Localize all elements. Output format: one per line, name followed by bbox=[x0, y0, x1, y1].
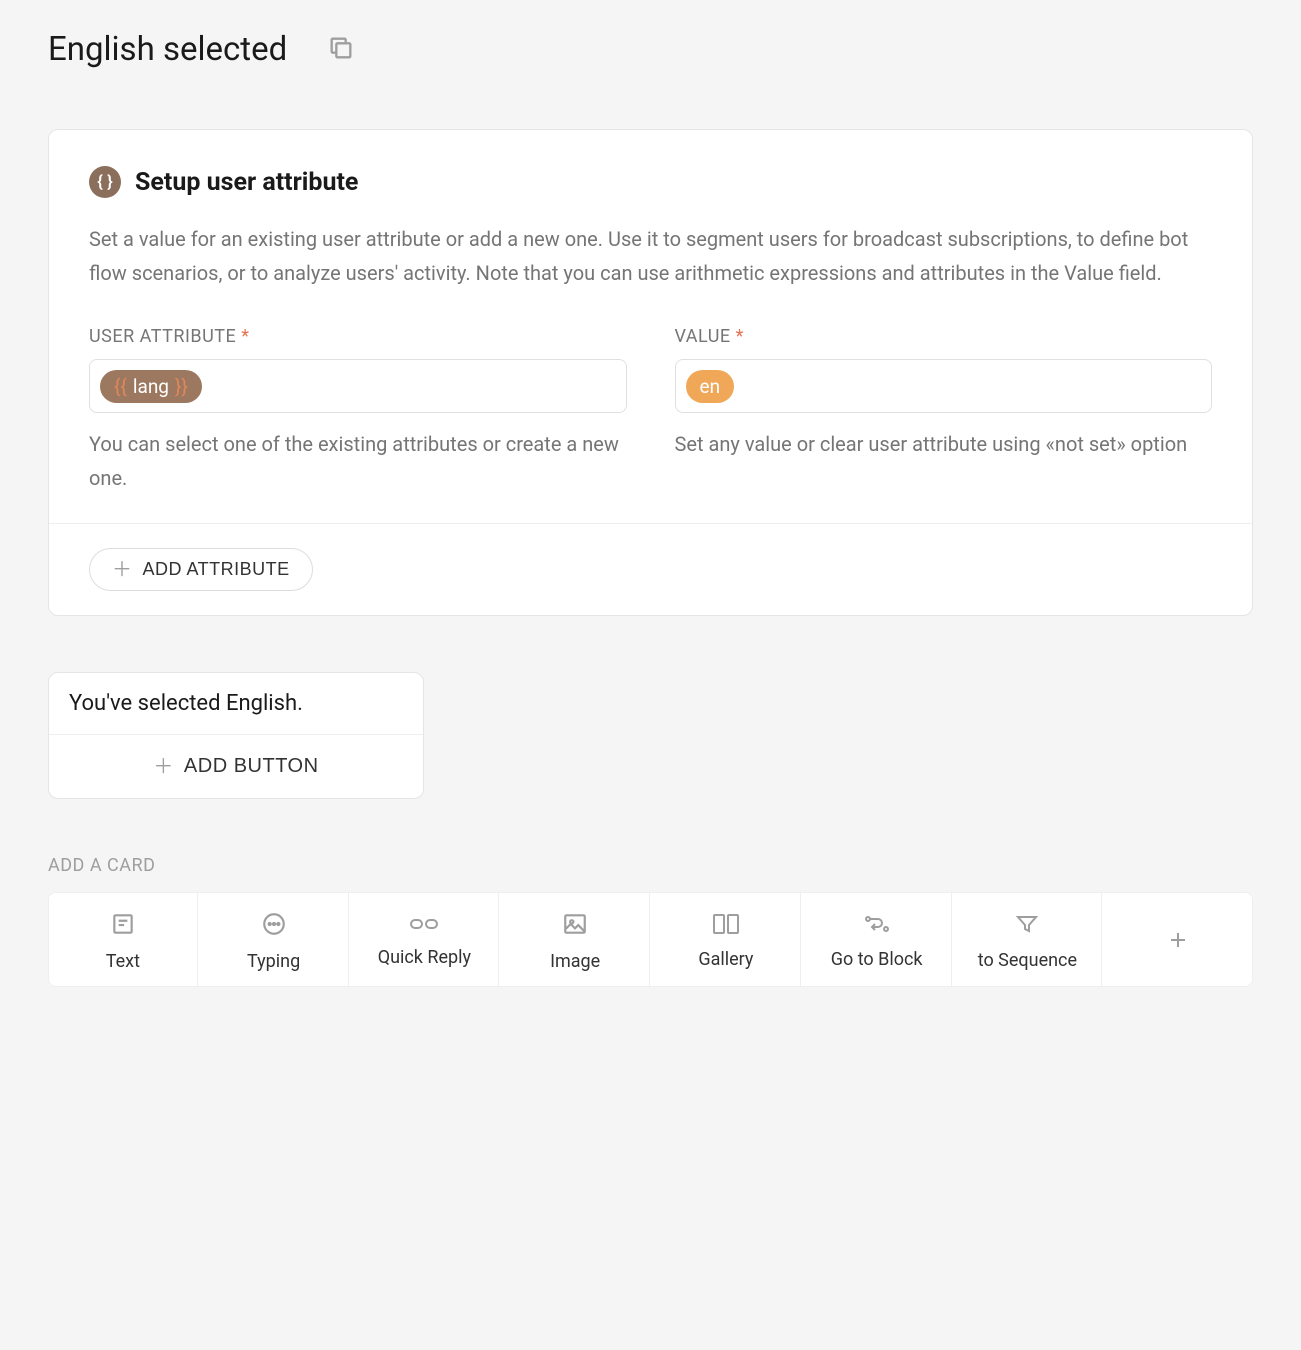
image-icon bbox=[562, 911, 588, 941]
card-option-label: Text bbox=[106, 951, 140, 972]
text-icon bbox=[110, 911, 136, 941]
setup-attribute-card: { } Setup user attribute Set a value for… bbox=[48, 129, 1253, 616]
value-label: VALUE * bbox=[675, 326, 1213, 347]
card-option-label: Typing bbox=[247, 951, 300, 972]
value-input[interactable]: en bbox=[675, 359, 1213, 413]
plus-icon bbox=[1166, 928, 1190, 956]
card-option-label: Image bbox=[550, 951, 600, 972]
card-header: { } Setup user attribute bbox=[89, 166, 1212, 198]
card-option-typing[interactable]: Typing bbox=[200, 893, 349, 986]
card-option-label: Quick Reply bbox=[378, 947, 471, 968]
funnel-icon bbox=[1015, 912, 1039, 940]
plus-icon: ＋ bbox=[112, 560, 133, 580]
card-title: Setup user attribute bbox=[135, 168, 358, 197]
add-card-section: ADD A CARD Text Typing Quick Reply Image bbox=[48, 855, 1253, 987]
value-help: Set any value or clear user attribute us… bbox=[675, 427, 1213, 461]
card-body: { } Setup user attribute Set a value for… bbox=[49, 130, 1252, 523]
attribute-chip[interactable]: {{ lang }} bbox=[100, 370, 202, 403]
value-field: VALUE * en Set any value or clear user a… bbox=[675, 326, 1213, 495]
route-icon bbox=[863, 913, 891, 939]
add-card-label: ADD A CARD bbox=[48, 855, 1253, 876]
card-footer: ＋ ADD ATTRIBUTE bbox=[49, 523, 1252, 615]
copy-icon[interactable] bbox=[327, 34, 355, 66]
card-option-quick-reply[interactable]: Quick Reply bbox=[351, 893, 500, 986]
add-attribute-button[interactable]: ＋ ADD ATTRIBUTE bbox=[89, 548, 313, 591]
card-option-text[interactable]: Text bbox=[49, 893, 198, 986]
user-attribute-help: You can select one of the existing attri… bbox=[89, 427, 627, 495]
message-text[interactable]: You've selected English. bbox=[49, 673, 423, 735]
card-option-label: Go to Block bbox=[831, 949, 923, 970]
card-option-to-sequence[interactable]: to Sequence bbox=[954, 893, 1103, 986]
card-option-label: Gallery bbox=[698, 949, 753, 970]
quick-reply-icon bbox=[409, 915, 439, 937]
card-option-label: to Sequence bbox=[978, 950, 1077, 971]
user-attribute-label: USER ATTRIBUTE * bbox=[89, 326, 627, 347]
message-card: You've selected English. ＋ ADD BUTTON bbox=[48, 672, 424, 799]
user-attribute-input[interactable]: {{ lang }} bbox=[89, 359, 627, 413]
card-description: Set a value for an existing user attribu… bbox=[89, 222, 1212, 290]
value-chip[interactable]: en bbox=[686, 370, 735, 403]
typing-icon bbox=[261, 911, 287, 941]
card-option-image[interactable]: Image bbox=[501, 893, 650, 986]
plus-icon: ＋ bbox=[153, 757, 174, 777]
add-button-button[interactable]: ＋ ADD BUTTON bbox=[153, 755, 318, 778]
braces-badge-icon: { } bbox=[89, 166, 121, 198]
card-option-go-to-block[interactable]: Go to Block bbox=[803, 893, 952, 986]
page-title: English selected bbox=[48, 30, 287, 69]
page-header: English selected bbox=[48, 30, 1253, 69]
user-attribute-field: USER ATTRIBUTE * {{ lang }} You can sele… bbox=[89, 326, 627, 495]
card-option-gallery[interactable]: Gallery bbox=[652, 893, 801, 986]
fields-row: USER ATTRIBUTE * {{ lang }} You can sele… bbox=[89, 326, 1212, 495]
message-footer: ＋ ADD BUTTON bbox=[49, 735, 423, 798]
card-option-more[interactable] bbox=[1104, 893, 1252, 986]
card-options-row: Text Typing Quick Reply Image Gallery bbox=[48, 892, 1253, 987]
gallery-icon bbox=[712, 913, 740, 939]
